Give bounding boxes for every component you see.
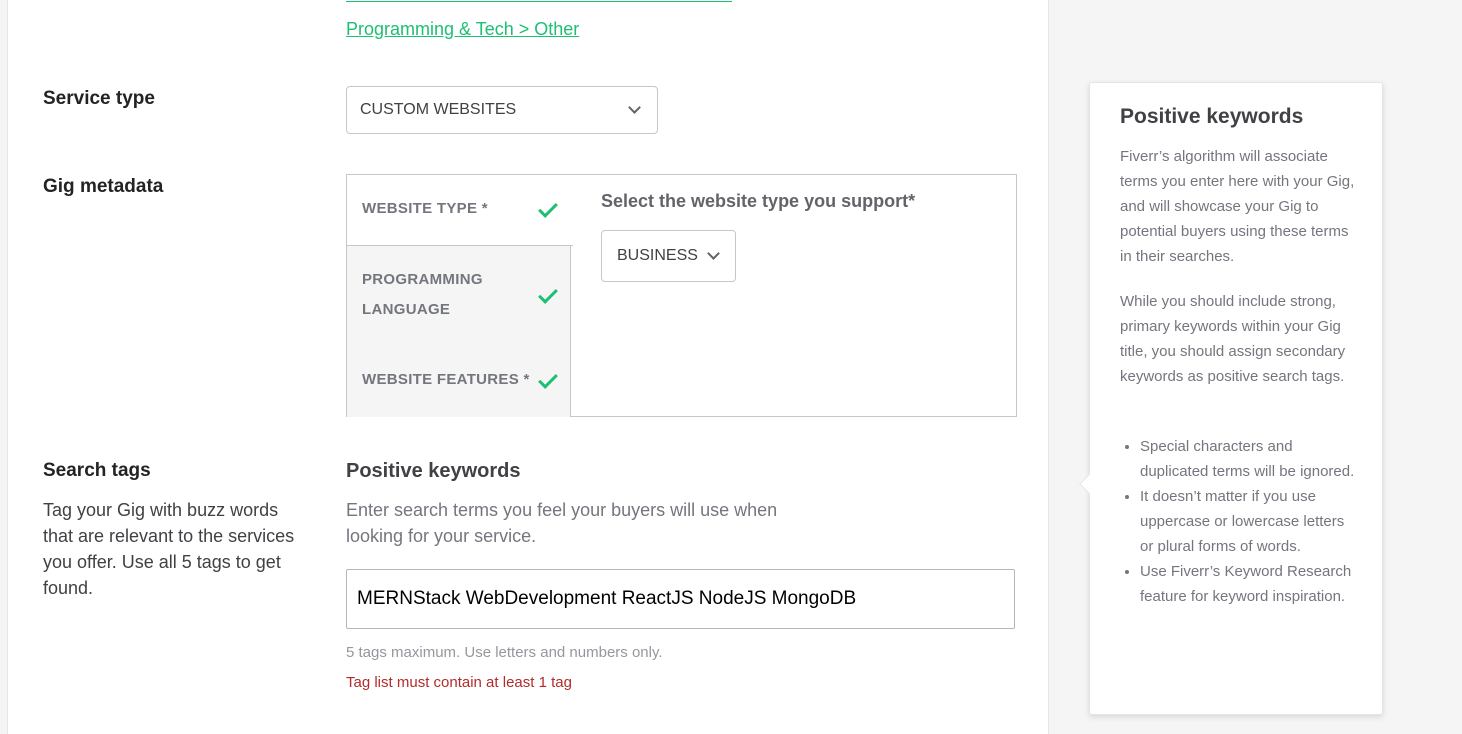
tags-hint: 5 tags maximum. Use letters and numbers …	[346, 644, 663, 661]
website-type-value: BUSINESS	[617, 247, 698, 264]
check-icon	[538, 198, 558, 218]
search-tags-input[interactable]: MERNStack WebDevelopment ReactJS NodeJS …	[346, 569, 1015, 629]
main-panel: Programming & Tech > Other Service type …	[7, 0, 1049, 734]
search-tags-label: Search tags	[43, 460, 151, 481]
divider	[347, 245, 573, 246]
list-item: Special characters and duplicated terms …	[1140, 434, 1360, 484]
website-type-question: Select the website type you support*	[601, 191, 916, 211]
list-item: It doesn’t matter if you use uppercase o…	[1140, 484, 1360, 559]
tags-error-message: Tag list must contain at least 1 tag	[346, 674, 572, 691]
service-type-value: CUSTOM WEBSITES	[360, 101, 517, 118]
category-link[interactable]: Programming & Tech > Other	[346, 19, 579, 40]
website-type-select[interactable]: BUSINESS	[601, 230, 736, 282]
tab-label-line: PROGRAMMING	[362, 271, 483, 288]
help-bullet-list: Special characters and duplicated terms …	[1140, 434, 1360, 609]
help-tooltip-card: Positive keywords Fiverr’s algorithm wil…	[1079, 82, 1383, 715]
positive-keywords-description: Enter search terms you feel your buyers …	[346, 500, 778, 546]
service-type-label: Service type	[43, 88, 155, 109]
service-type-select[interactable]: CUSTOM WEBSITES	[346, 86, 658, 134]
list-item: Use Fiverr’s Keyword Research feature fo…	[1140, 559, 1360, 609]
positive-keywords-title: Positive keywords	[346, 460, 521, 482]
previous-category-link[interactable]	[346, 0, 732, 2]
help-title: Positive keywords	[1120, 105, 1304, 128]
help-paragraph: While you should include strong, primary…	[1120, 293, 1346, 385]
tab-website-type[interactable]: WEBSITE TYPE *	[362, 194, 488, 224]
help-paragraph: Fiverr’s algorithm will associate terms …	[1120, 148, 1355, 265]
gig-metadata-panel: WEBSITE TYPE * PROGRAMMING LANGUAGE WEBS…	[346, 174, 1017, 417]
tab-label-line: LANGUAGE	[362, 301, 451, 318]
tooltip-arrow	[1079, 474, 1099, 494]
tab-programming-language[interactable]: PROGRAMMING LANGUAGE	[362, 265, 483, 325]
tab-website-features[interactable]: WEBSITE FEATURES *	[362, 365, 530, 395]
gig-metadata-label: Gig metadata	[43, 176, 164, 197]
search-tags-description: Tag your Gig with buzz words that are re…	[43, 500, 295, 598]
chevron-down-icon	[707, 247, 720, 260]
chevron-down-icon	[628, 101, 641, 114]
